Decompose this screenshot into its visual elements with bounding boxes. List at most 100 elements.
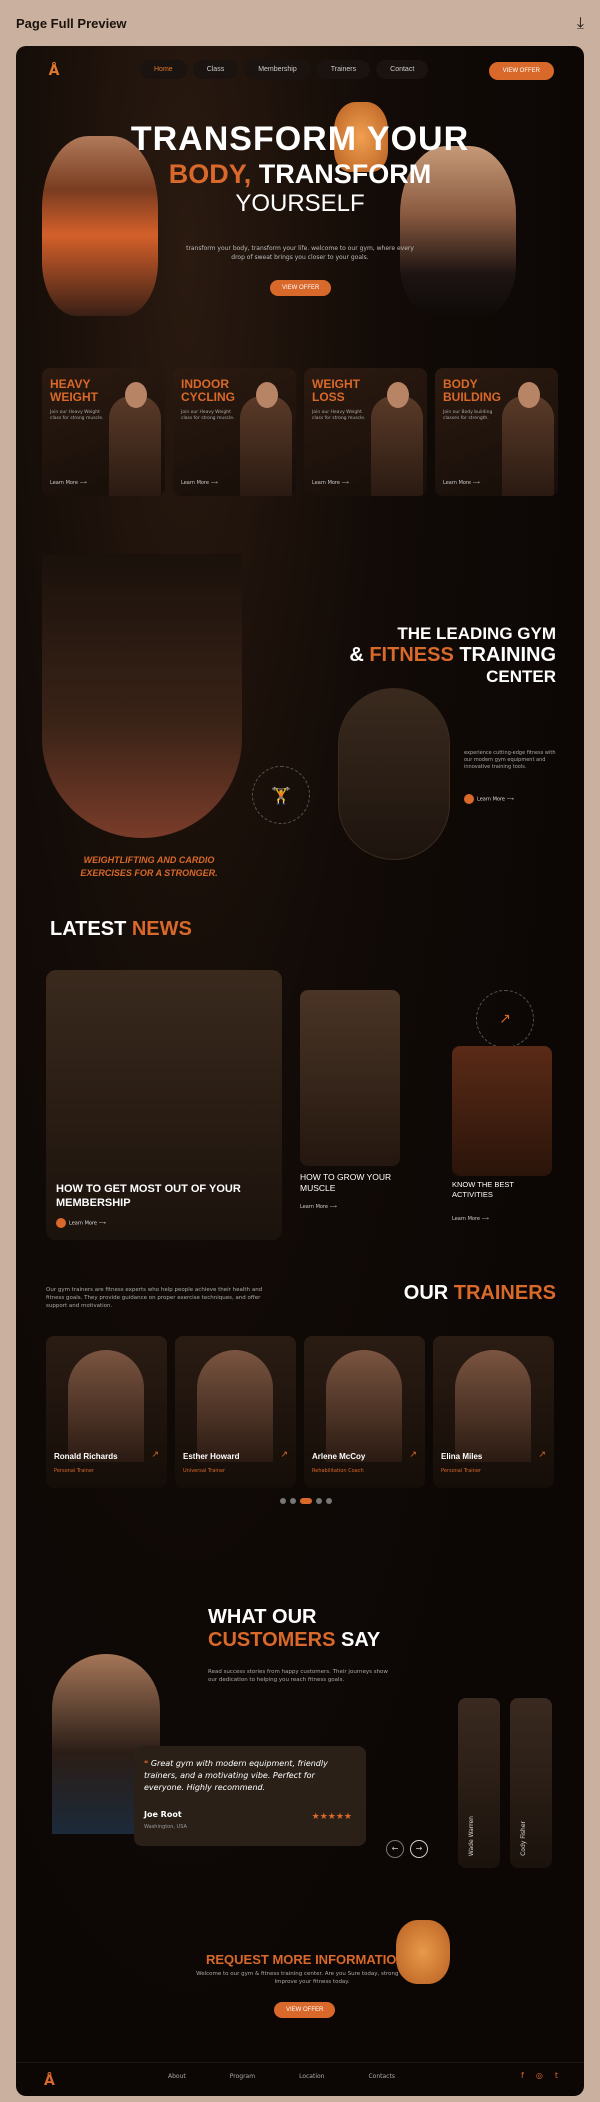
trainer-image <box>240 396 292 496</box>
carousel-dot[interactable] <box>316 1498 322 1504</box>
news-learn-more-link[interactable]: Learn More ⟶ <box>56 1218 106 1228</box>
learn-more-link[interactable]: Learn More ⟶ <box>181 480 218 486</box>
logo-icon[interactable]: Å <box>44 61 64 81</box>
footer-link-contacts[interactable]: Contacts <box>368 2073 394 2080</box>
footer-logo-icon[interactable]: Å <box>44 2073 55 2089</box>
learn-more-link[interactable]: Learn More ⟶ <box>312 480 349 486</box>
testimonial-side-card[interactable]: Cody Fisher <box>510 1698 552 1868</box>
request-description: Welcome to our gym & fitness training ce… <box>196 1971 428 1985</box>
trainer-image <box>502 396 554 496</box>
navbar: Å Home Class Membership Trainers Contact… <box>16 60 584 82</box>
class-card-title: INDOOR CYCLING <box>181 377 235 404</box>
testimonial-side-card[interactable]: Wade Warren <box>458 1698 500 1868</box>
about-line-2-prefix: & <box>349 644 370 666</box>
twitter-icon[interactable]: t <box>555 2071 558 2080</box>
fitness-stamp: 🏋 <box>252 766 310 824</box>
news-card-title: HOW TO GET MOST OUT OF YOUR MEMBERSHIP <box>56 1183 241 1209</box>
hero-offer-button[interactable]: VIEW OFFER <box>270 280 332 296</box>
about-line-2: & FITNESS TRAINING <box>349 644 556 667</box>
footer: Å About Program Location Contacts f ◎ t <box>16 2062 584 2092</box>
arrow-right-icon: ⟶ <box>506 796 514 803</box>
down-arrow-icon[interactable]: ⤓ <box>577 13 584 33</box>
nav-links: Home Class Membership Trainers Contact <box>140 60 429 79</box>
nav-item-trainers[interactable]: Trainers <box>316 60 371 79</box>
about-line-3: CENTER <box>486 667 556 686</box>
dot-icon <box>464 794 474 804</box>
testimonials-heading-accent: CUSTOMERS <box>208 1629 336 1651</box>
nav-item-class[interactable]: Class <box>192 60 239 79</box>
news-card-membership[interactable]: HOW TO GET MOST OUT OF YOUR MEMBERSHIP L… <box>46 970 282 1240</box>
carousel-dot-active[interactable] <box>300 1498 312 1504</box>
testimonial-location: Washington, USA <box>144 1824 187 1830</box>
next-arrow-icon[interactable]: → <box>410 1840 428 1858</box>
arrow-up-right-icon[interactable]: ↗ <box>538 1450 546 1460</box>
hero-line-2-accent: BODY, <box>168 159 252 189</box>
dot-icon <box>56 1218 66 1228</box>
class-cards: HEAVY WEIGHT Join our Heavy Weight class… <box>42 368 558 496</box>
about-line-2-rest: TRAINING <box>453 644 556 666</box>
news-heading: LATEST NEWS <box>50 918 192 941</box>
testimonials-heading-line-1: WHAT OUR <box>208 1606 317 1628</box>
arrow-up-right-icon[interactable]: ↗ <box>280 1450 288 1460</box>
trainer-photo <box>68 1350 144 1462</box>
trainer-role: Personal Trainer <box>441 1468 481 1474</box>
arrow-up-right-icon[interactable]: ↗ <box>151 1450 159 1460</box>
carousel-dot[interactable] <box>326 1498 332 1504</box>
news-learn-more-label: Learn More <box>452 1216 480 1222</box>
news-image-activities[interactable] <box>452 1046 552 1176</box>
nav-item-contact[interactable]: Contact <box>376 60 429 79</box>
footer-links: About Program Location Contacts <box>168 2073 395 2080</box>
nav-item-home[interactable]: Home <box>140 60 187 79</box>
instagram-icon[interactable]: ◎ <box>536 2071 543 2080</box>
arrow-right-icon: ⟶ <box>341 480 349 486</box>
request-offer-button[interactable]: VIEW OFFER <box>274 2002 336 2018</box>
nav-offer-button[interactable]: VIEW OFFER <box>488 62 554 80</box>
news-heading-accent: NEWS <box>131 918 192 940</box>
facebook-icon[interactable]: f <box>521 2071 524 2080</box>
news-image-muscle[interactable] <box>300 990 400 1166</box>
trainer-card[interactable]: Esther Howard Universal Trainer ↗ <box>175 1336 296 1488</box>
learn-more-link[interactable]: Learn More ⟶ <box>443 480 480 486</box>
class-card-title: HEAVY WEIGHT <box>50 377 98 404</box>
trainer-cards: Ronald Richards Personal Trainer ↗ Esther … <box>46 1336 554 1488</box>
side-card-name: Wade Warren <box>468 1815 475 1856</box>
trainers-heading-accent: TRAINERS <box>453 1282 556 1304</box>
news-title-activities: KNOW THE BEST ACTIVITIES <box>452 1180 514 1199</box>
learn-more-label: Learn More <box>50 480 78 486</box>
arrow-up-right-icon[interactable]: ↗ <box>409 1450 417 1460</box>
testimonials-heading: WHAT OUR CUSTOMERS SAY <box>208 1606 380 1652</box>
learn-more-label: Learn More <box>181 480 209 486</box>
class-card-indoor-cycling[interactable]: INDOOR CYCLING Join our Heavy Weight cla… <box>173 368 296 496</box>
learn-more-label: Learn More <box>443 480 471 486</box>
news-learn-more-link[interactable]: Learn More ⟶ <box>452 1216 489 1222</box>
hero-subtitle: transform your body, transform your life… <box>186 245 414 261</box>
class-card-body-building[interactable]: BODY BUILDING Join our Body building cla… <box>435 368 558 496</box>
about-learn-more-link[interactable]: Learn More ⟶ <box>464 794 514 804</box>
hero-line-3: YOURSELF <box>235 190 365 217</box>
arrow-right-icon: ⟶ <box>329 1204 337 1210</box>
class-card-title: WEIGHT LOSS <box>312 377 360 404</box>
nav-item-membership[interactable]: Membership <box>244 60 311 79</box>
arrow-up-right-icon: ↗ <box>499 1011 511 1027</box>
news-learn-more-link[interactable]: Learn More ⟶ <box>300 1204 337 1210</box>
trainer-card[interactable]: Elina Miles Personal Trainer ↗ <box>433 1336 554 1488</box>
trainer-head <box>125 382 147 408</box>
testimonials-description: Read success stories from happy customer… <box>208 1669 388 1683</box>
testimonials-heading-end: SAY <box>335 1629 381 1651</box>
testimonial-card: ❝ Great gym with modern equipment, frien… <box>134 1746 366 1846</box>
carousel-dot[interactable] <box>280 1498 286 1504</box>
trainer-card[interactable]: Ronald Richards Personal Trainer ↗ <box>46 1336 167 1488</box>
carousel-dot[interactable] <box>290 1498 296 1504</box>
learn-more-link[interactable]: Learn More ⟶ <box>50 480 87 486</box>
trainer-name: Esther Howard <box>183 1452 240 1461</box>
side-card-name: Cody Fisher <box>520 1821 527 1856</box>
footer-link-program[interactable]: Program <box>230 2073 255 2080</box>
footer-link-location[interactable]: Location <box>299 2073 324 2080</box>
class-card-heavy-weight[interactable]: HEAVY WEIGHT Join our Heavy Weight class… <box>42 368 165 496</box>
prev-arrow-icon[interactable]: ← <box>386 1840 404 1858</box>
class-card-weight-loss[interactable]: WEIGHT LOSS Join our Heavy Weight class … <box>304 368 427 496</box>
footer-link-about[interactable]: About <box>168 2073 186 2080</box>
trainer-card[interactable]: Arlene McCoy Rehabilitation Coach ↗ <box>304 1336 425 1488</box>
arrow-right-icon: ⟶ <box>481 1216 489 1222</box>
trainer-name: Arlene McCoy <box>312 1452 366 1461</box>
